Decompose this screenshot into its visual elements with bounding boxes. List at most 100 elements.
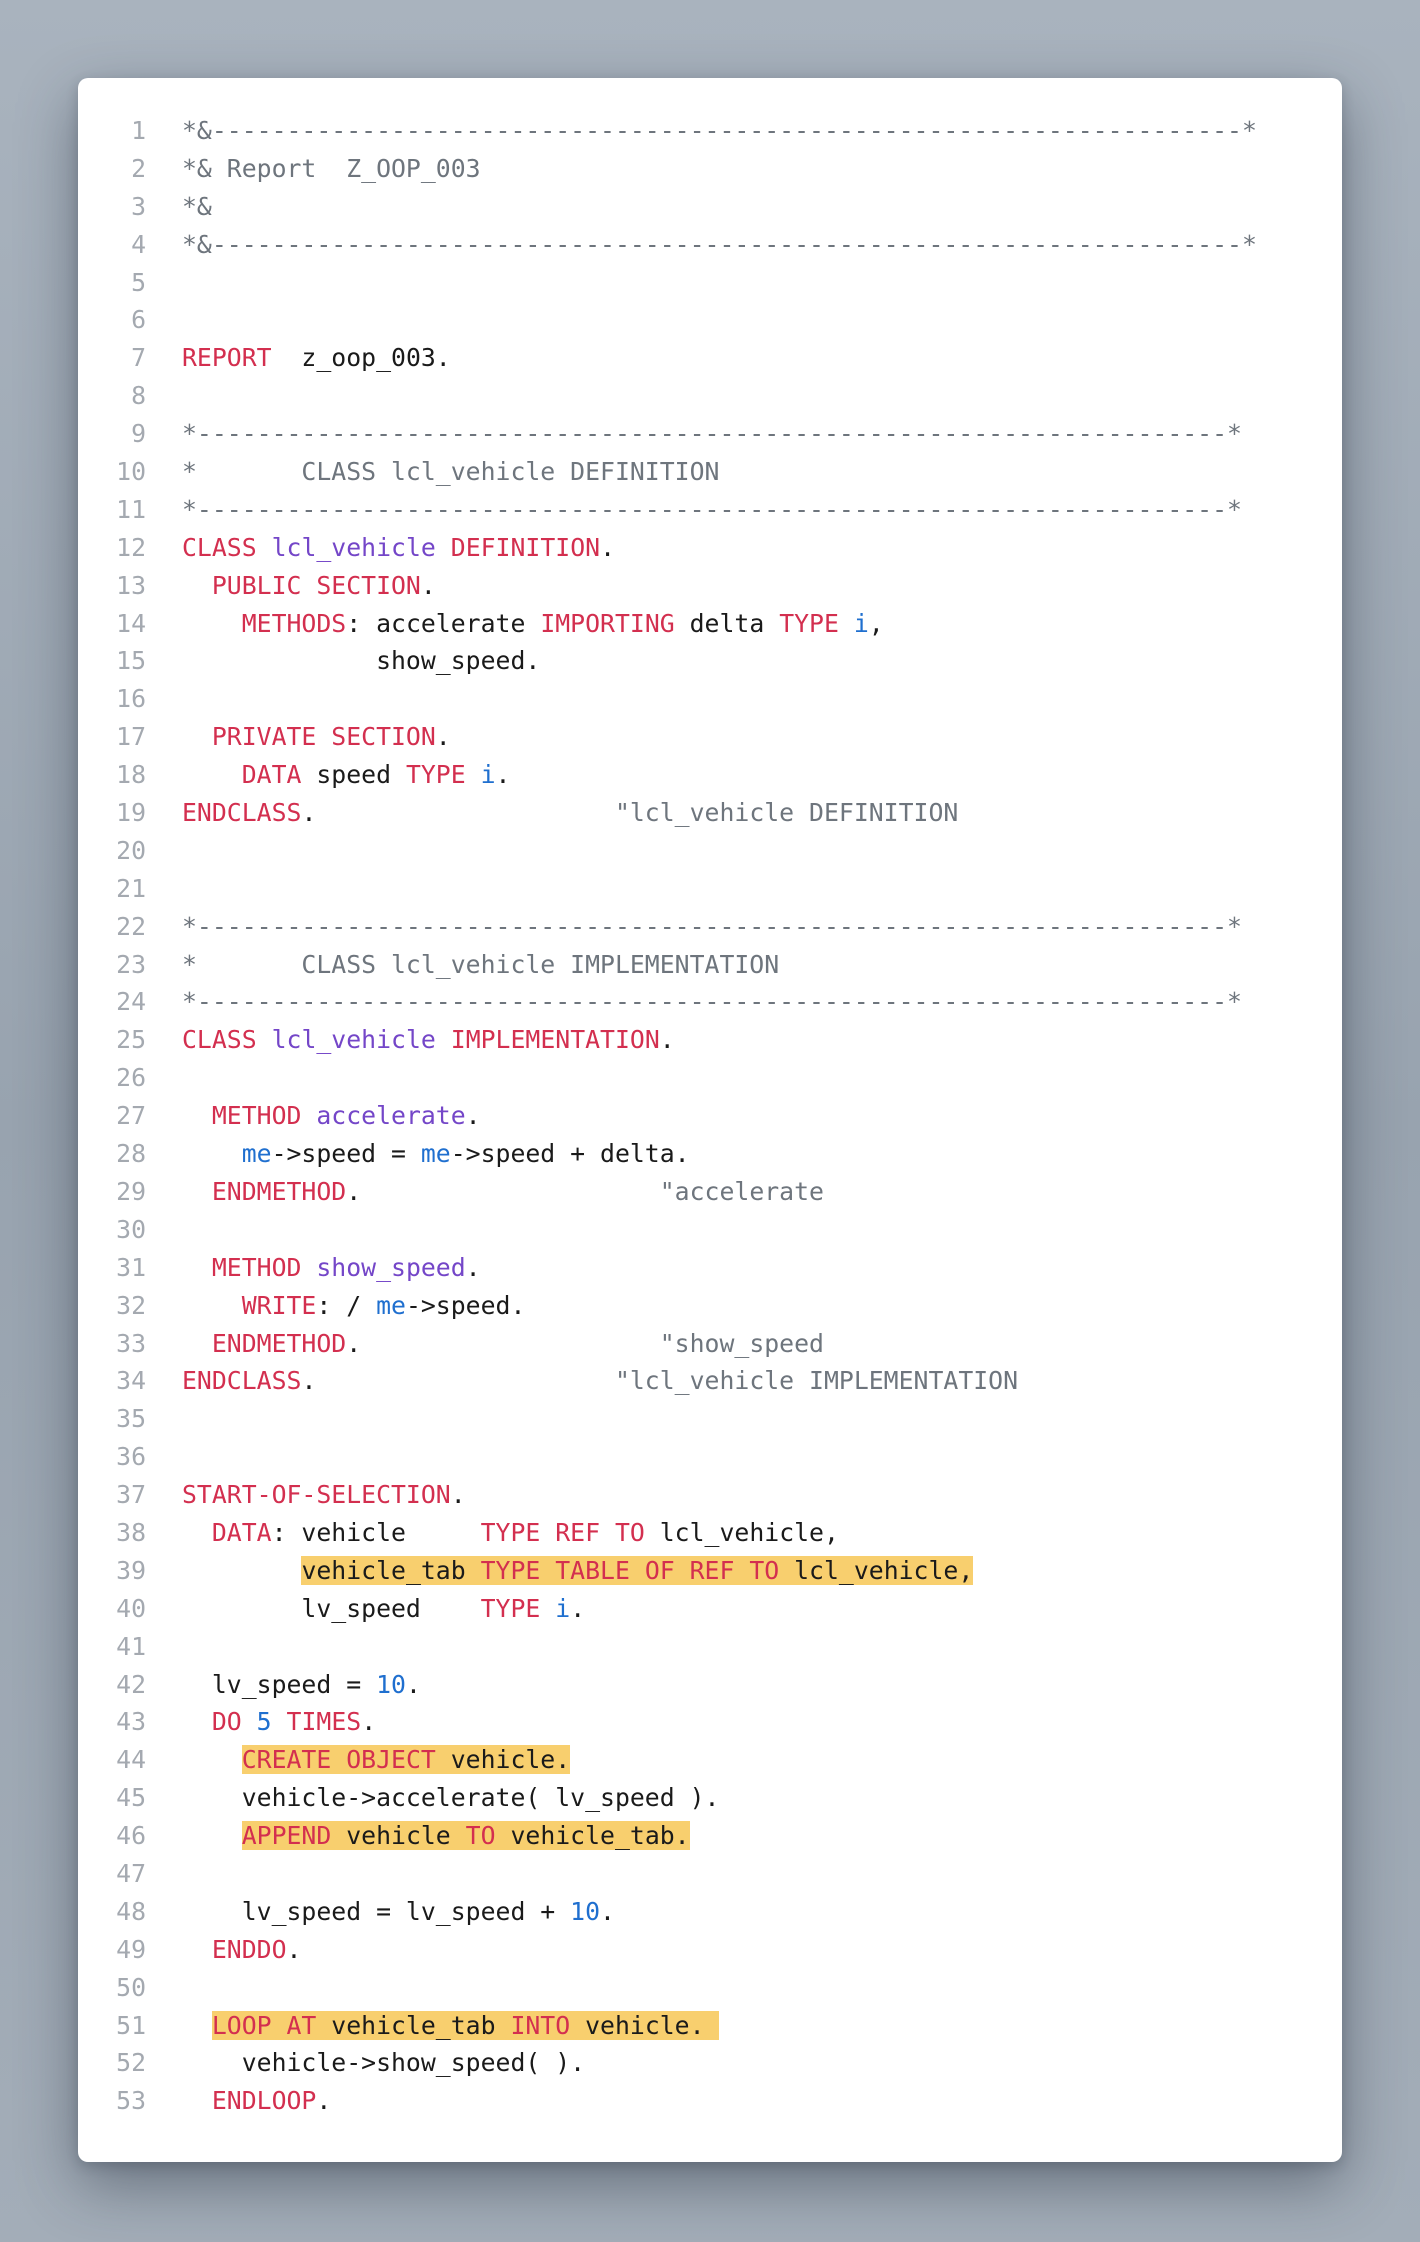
code-token: . [286, 1934, 302, 1964]
code-line: 29 ENDMETHOD. "accelerate [78, 1173, 1342, 1211]
code-token: ->speed = [271, 1139, 421, 1169]
code-token: IMPORTING [540, 608, 675, 638]
code-token: *& Report Z_OOP_003 [182, 153, 481, 183]
code-token: . [465, 1252, 481, 1282]
code-text: * CLASS lcl_vehicle DEFINITION [182, 453, 719, 491]
code-text: ENDDO. [182, 1931, 302, 1969]
line-number: 45 [116, 1783, 146, 1813]
code-line: 50 [78, 1969, 1342, 2007]
highlighted-token: INTO [510, 2010, 571, 2040]
code-text: *---------------------------------------… [182, 491, 1242, 529]
code-token: lv_speed = [182, 1669, 377, 1699]
line-number: 41 [116, 1631, 146, 1661]
code-line: 49 ENDDO. [78, 1931, 1342, 1969]
code-token: "lcl_vehicle DEFINITION [614, 798, 959, 828]
code-token: . [405, 1669, 421, 1699]
line-number: 46 [116, 1821, 146, 1851]
code-line: 15 show_speed. [78, 642, 1342, 680]
code-token: accelerate [316, 1101, 466, 1131]
code-line: 45 vehicle->accelerate( lv_speed ). [78, 1779, 1342, 1817]
code-line: 41 [78, 1628, 1342, 1666]
code-token: REPORT [182, 343, 272, 373]
code-line: 31 METHOD show_speed. [78, 1249, 1342, 1287]
code-line: 34 ENDCLASS. "lcl_vehicle IMPLEMENTATION [78, 1362, 1342, 1400]
code-token: ENDMETHOD [211, 1176, 347, 1206]
code-token: *---------------------------------------… [182, 911, 1242, 941]
code-line: 5 [78, 264, 1342, 302]
line-number: 38 [116, 1517, 146, 1547]
code-token: ENDMETHOD [211, 1328, 347, 1358]
code-line: 43 DO 5 TIMES. [78, 1703, 1342, 1741]
line-number: 40 [116, 1593, 146, 1623]
code-text: DATA speed TYPE i. [182, 756, 511, 794]
code-text: lv_speed = 10. [182, 1666, 421, 1704]
code-text: LOOP AT vehicle_tab INTO vehicle. [182, 2007, 720, 2045]
code-token: lcl_vehicle [271, 1025, 436, 1055]
line-number: 13 [116, 570, 146, 600]
line-number: 25 [116, 1025, 146, 1055]
line-number: 28 [116, 1139, 146, 1169]
code-line: 27 METHOD accelerate. [78, 1097, 1342, 1135]
code-token: DATA [211, 1517, 272, 1547]
code-text: DATA: vehicle TYPE REF TO lcl_vehicle, [182, 1514, 839, 1552]
code-line: 10 * CLASS lcl_vehicle DEFINITION [78, 453, 1342, 491]
line-number: 4 [131, 229, 146, 259]
code-text: APPEND vehicle TO vehicle_tab. [182, 1817, 690, 1855]
code-token: TYPE [405, 760, 466, 790]
line-number: 50 [116, 1972, 146, 2002]
code-token: ENDCLASS [182, 1366, 302, 1396]
code-text: START-OF-SELECTION. [182, 1476, 466, 1514]
line-number: 43 [116, 1707, 146, 1737]
highlighted-token: TYPE TABLE OF REF TO [480, 1555, 780, 1585]
code-token: TYPE [779, 608, 839, 638]
code-token: i [555, 1593, 571, 1623]
code-line: 40 lv_speed TYPE i. [78, 1590, 1342, 1628]
code-text: DO 5 TIMES. [182, 1703, 376, 1741]
highlighted-token: TO [465, 1821, 496, 1851]
code-line: 16 [78, 680, 1342, 718]
code-token: *&--------------------------------------… [182, 116, 1257, 145]
code-token: me [420, 1139, 451, 1169]
code-text: lv_speed TYPE i. [182, 1590, 585, 1628]
code-token: lv_speed = lv_speed + [182, 1896, 571, 1926]
line-number: 6 [131, 305, 146, 335]
code-token: METHOD [211, 1101, 302, 1131]
line-number: 39 [116, 1555, 146, 1585]
code-text: WRITE: / me->speed. [182, 1287, 526, 1325]
code-text: vehicle->show_speed( ). [182, 2044, 585, 2082]
code-token: DEFINITION [450, 532, 601, 562]
code-token: DATA [241, 760, 302, 790]
code-line: 37 START-OF-SELECTION. [78, 1476, 1342, 1514]
line-number: 48 [116, 1896, 146, 1926]
code-text: ENDMETHOD. "accelerate [182, 1173, 824, 1211]
code-line: 2 *& Report Z_OOP_003 [78, 150, 1342, 188]
code-token: 5 [256, 1707, 272, 1737]
line-number: 9 [131, 419, 146, 449]
code-line: 23 * CLASS lcl_vehicle IMPLEMENTATION [78, 946, 1342, 984]
code-text: REPORT z_oop_003. [182, 339, 451, 377]
highlighted-token: APPEND [241, 1821, 332, 1851]
code-text: *& Report Z_OOP_003 [182, 150, 481, 188]
code-token: speed [301, 760, 406, 790]
line-number: 20 [116, 835, 146, 865]
line-number: 19 [116, 798, 146, 828]
code-editor[interactable]: 1 *&-------------------------------------… [78, 112, 1342, 2120]
line-number: 3 [131, 191, 146, 221]
highlighted-token: vehicle_tab [301, 1555, 481, 1585]
code-token: z_oop_003. [271, 343, 451, 373]
code-text: ENDCLASS. "lcl_vehicle DEFINITION [182, 794, 958, 832]
line-number: 42 [116, 1669, 146, 1699]
code-line: 48 lv_speed = lv_speed + 10. [78, 1893, 1342, 1931]
